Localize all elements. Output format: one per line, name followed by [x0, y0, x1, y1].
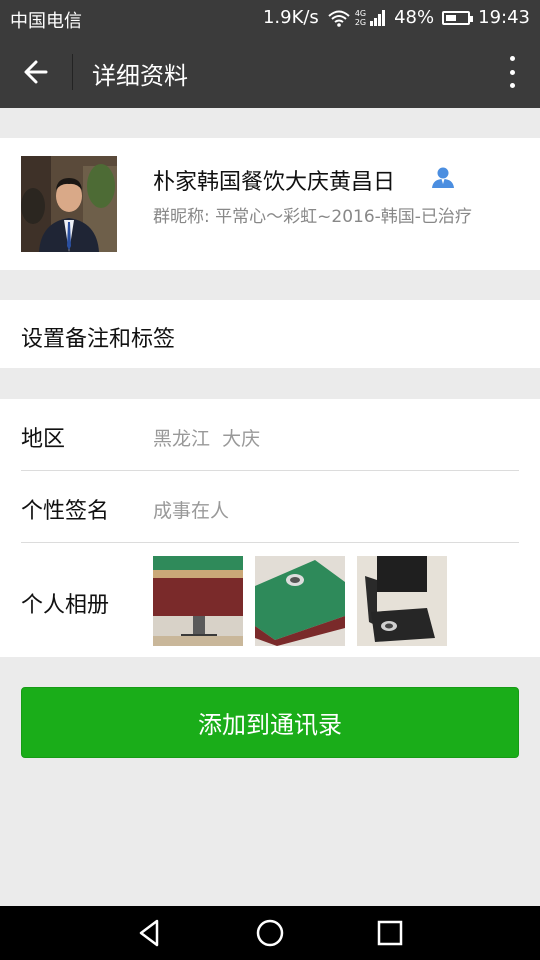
region-row: 地区 黑龙江 大庆: [0, 399, 540, 470]
signal-icon: [370, 9, 386, 26]
album-photo[interactable]: [153, 556, 243, 646]
album-photo-image: [153, 556, 243, 646]
status-bar: 中国电信 1.9K/s 4G 2G 48% 19:43: [0, 0, 540, 36]
album-photo[interactable]: [357, 556, 447, 646]
cell-type-4g: 4G: [354, 8, 367, 18]
battery-percent: 48%: [394, 7, 435, 28]
triangle-back-icon[interactable]: [133, 916, 167, 950]
signature-value: 成事在人: [153, 500, 230, 522]
group-nickname: 群昵称: 平常心～彩虹~2016-韩国-已治疗: [153, 207, 472, 227]
album-photo-image: [357, 556, 447, 646]
network-speed: 1.9K/s: [262, 7, 319, 28]
arrow-left-icon: [24, 60, 48, 84]
status-right: 1.9K/s 4G 2G 48% 19:43: [263, 7, 530, 28]
album-photo-image: [255, 556, 345, 646]
remark-tags-row[interactable]: 设置备注和标签: [0, 300, 540, 368]
cell-type-icon: 4G 2G: [355, 9, 366, 27]
signature-label: 个性签名: [21, 499, 110, 524]
more-vertical-icon: [509, 69, 515, 75]
battery-icon: [442, 10, 474, 25]
system-nav-bar: [0, 906, 540, 960]
battery-fill: [446, 14, 457, 21]
wifi-icon: [328, 10, 350, 27]
remark-label: 设置备注和标签: [21, 327, 176, 352]
person-icon: [432, 167, 454, 188]
back-button[interactable]: [18, 54, 54, 90]
region-label: 地区: [21, 427, 66, 452]
more-vertical-icon: [509, 56, 515, 61]
region-value: 黑龙江 大庆: [153, 428, 261, 450]
network-indicators: 4G 2G: [327, 9, 386, 27]
square-recents-icon[interactable]: [373, 916, 407, 950]
contact-name: 朴家韩国餐饮大庆黄昌日: [153, 170, 396, 195]
title-divider: [72, 54, 73, 90]
avatar-image: [21, 156, 117, 252]
avatar[interactable]: [21, 156, 117, 252]
cell-type-2g: 2G: [354, 17, 367, 27]
add-to-contacts-button[interactable]: 添加到通讯录: [21, 687, 519, 758]
carrier-name: 中国电信: [10, 11, 82, 32]
info-card: 地区 黑龙江 大庆 个性签名 成事在人 个人相册: [0, 399, 540, 657]
clock: 19:43: [478, 7, 530, 28]
more-button[interactable]: [506, 56, 518, 88]
album-label: 个人相册: [21, 593, 110, 618]
profile-card: 朴家韩国餐饮大庆黄昌日 群昵称: 平常心～彩虹~2016-韩国-已治疗: [0, 138, 540, 270]
album-photo[interactable]: [255, 556, 345, 646]
circle-home-icon[interactable]: [253, 916, 287, 950]
title-bar: 详细资料: [0, 36, 540, 108]
page-title: 详细资料: [92, 62, 188, 90]
more-vertical-icon: [509, 83, 515, 88]
signature-row: 个性签名 成事在人: [0, 471, 540, 542]
